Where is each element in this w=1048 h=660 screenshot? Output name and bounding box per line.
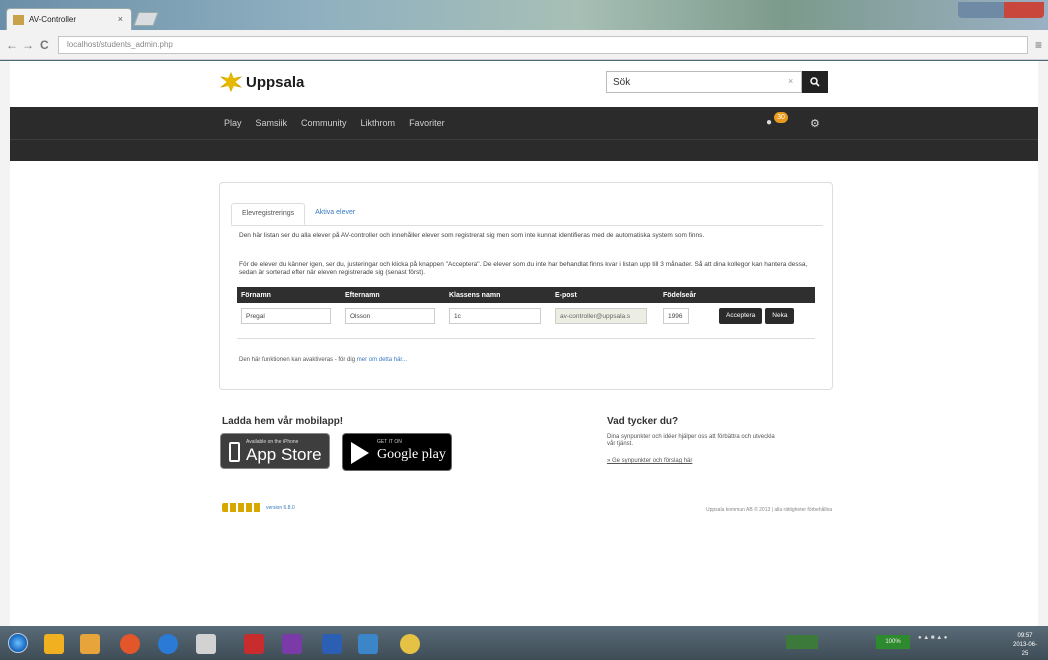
intro-paragraph: Den här listan ser du alla elever på AV-… xyxy=(239,232,705,239)
nav-item-play[interactable]: Play xyxy=(224,118,242,128)
system-tray: 100% ● ▲ ■ ▲ ● xyxy=(786,635,986,651)
page: Uppsala × Play Samsiik Community Likthro… xyxy=(10,61,1038,626)
window-close-button[interactable] xyxy=(1004,2,1044,18)
clock-date: 2013-06-25 xyxy=(1012,642,1038,657)
footnote-link[interactable]: mer om detta här... xyxy=(357,357,407,363)
network-app-icon[interactable] xyxy=(358,634,378,654)
gear-icon[interactable]: ⚙ xyxy=(810,117,820,130)
column-header: Förnamn xyxy=(237,287,341,303)
table-divider xyxy=(237,338,815,339)
navbar-divider xyxy=(10,139,1038,140)
search-button[interactable] xyxy=(802,71,828,93)
search-bar: × xyxy=(606,71,828,93)
first-name-input[interactable] xyxy=(241,308,331,324)
google-play-button[interactable]: GET IT ON Google play xyxy=(342,433,452,471)
tab-divider xyxy=(231,225,823,226)
column-header: Efternamn xyxy=(341,287,445,303)
footnote-text: Den här funktionen kan avaktiveras - för… xyxy=(239,357,356,363)
onenote-app-icon[interactable] xyxy=(282,634,302,654)
explorer-app-icon[interactable] xyxy=(44,634,64,654)
play-icon xyxy=(351,442,369,464)
footer-logo: version 6.8.0 xyxy=(222,503,295,512)
filezilla-app-icon[interactable] xyxy=(244,634,264,654)
search-input[interactable] xyxy=(606,71,802,93)
back-button[interactable]: ← xyxy=(6,38,18,52)
site-logo[interactable]: Uppsala xyxy=(220,71,304,93)
url-input[interactable]: localhost/students_admin.php xyxy=(58,36,1028,54)
main-menu: Play Samsiik Community Likthrom Favorite… xyxy=(224,118,445,128)
iphone-icon xyxy=(229,442,240,462)
word-app-icon[interactable] xyxy=(322,634,342,654)
browser-menu-icon[interactable]: ≡ xyxy=(1035,38,1042,52)
chrome-app-icon[interactable] xyxy=(400,634,420,654)
column-header: E-post xyxy=(551,287,659,303)
tab-title: AV-Controller xyxy=(29,15,76,24)
battery-indicator[interactable]: 100% xyxy=(876,635,910,649)
column-header: Klassens namn xyxy=(445,287,551,303)
app-heading: Ladda hem vår mobilapp! xyxy=(222,416,344,427)
app-store-button[interactable]: Available on the iPhone App Store xyxy=(220,433,330,469)
footer-logo-icon xyxy=(222,503,262,512)
version-link[interactable]: version 6.8.0 xyxy=(266,505,295,511)
signal-icon[interactable] xyxy=(786,635,818,649)
accept-button[interactable]: Acceptera xyxy=(719,308,763,324)
reload-button[interactable]: C xyxy=(40,38,49,52)
column-header: Födelseår xyxy=(659,287,715,303)
address-bar: ← → C localhost/students_admin.php ≡ xyxy=(0,30,1048,60)
firefox-app-icon[interactable] xyxy=(120,634,140,654)
user-icon[interactable]: ● xyxy=(766,117,772,128)
footnote: Den här funktionen kan avaktiveras - för… xyxy=(239,357,407,363)
tray-icons[interactable]: ● ▲ ■ ▲ ● xyxy=(918,635,978,649)
clear-search-icon[interactable]: × xyxy=(788,76,793,86)
clock-time: 09:57 xyxy=(1017,633,1033,639)
media-app-icon[interactable] xyxy=(196,634,216,654)
logo-text: Uppsala xyxy=(246,73,305,91)
nav-item-samsiik[interactable]: Samsiik xyxy=(256,118,288,128)
reject-button[interactable]: Neka xyxy=(765,308,795,324)
feedback-link[interactable]: » Ge synpunkter och förslag här xyxy=(607,458,692,464)
instructions-paragraph: För de elever du känner igen, ser du, ju… xyxy=(239,261,808,276)
content-panel: Elevregistrerings Aktiva elever Den här … xyxy=(219,182,833,390)
birth-year-input[interactable] xyxy=(663,308,689,324)
browser-tab[interactable]: AV-Controller × xyxy=(6,8,132,30)
clock[interactable]: 09:57 2013-06-25 xyxy=(1010,632,1040,659)
feedback-heading: Vad tycker du? xyxy=(607,416,679,427)
search-icon xyxy=(810,77,820,87)
nav-item-favoriter[interactable]: Favoriter xyxy=(409,118,445,128)
forward-button[interactable]: → xyxy=(22,38,34,52)
table-row: AccepteraNeka xyxy=(237,303,815,329)
main-navbar: Play Samsiik Community Likthrom Favorite… xyxy=(10,107,1038,161)
class-name-input[interactable] xyxy=(449,308,541,324)
favicon-icon xyxy=(13,15,24,25)
tab-aktiva-elever[interactable]: Aktiva elever xyxy=(305,203,365,225)
tab-close-icon[interactable]: × xyxy=(118,14,123,24)
copyright-text: Uppsala kommun AB © 2013 | alla rättighe… xyxy=(706,507,833,513)
logo-icon xyxy=(220,72,242,92)
column-header xyxy=(715,287,815,303)
window-controls xyxy=(958,2,1044,18)
browser-viewport: Uppsala × Play Samsiik Community Likthro… xyxy=(0,61,1048,626)
browser-titlebar: AV-Controller × xyxy=(0,0,1048,30)
nav-item-likthrom[interactable]: Likthrom xyxy=(361,118,396,128)
tab-elevregistrerings[interactable]: Elevregistrerings xyxy=(231,203,306,225)
google-play-label: Google play xyxy=(377,447,446,462)
feedback-text: Dina synpunkter och idéer hjälper oss at… xyxy=(607,434,775,447)
taskbar: 100% ● ▲ ■ ▲ ● 09:57 2013-06-25 xyxy=(0,626,1048,660)
nav-item-community[interactable]: Community xyxy=(301,118,347,128)
notification-badge[interactable]: 30 xyxy=(774,112,788,123)
start-button[interactable] xyxy=(8,633,28,653)
panel-tabs: Elevregistrerings Aktiva elever xyxy=(231,203,365,225)
last-name-input[interactable] xyxy=(345,308,435,324)
students-table: Förnamn Efternamn Klassens namn E-post F… xyxy=(237,287,815,329)
folder-app-icon[interactable] xyxy=(80,634,100,654)
internet-explorer-app-icon[interactable] xyxy=(158,634,178,654)
google-play-subtitle: GET IT ON xyxy=(377,439,402,445)
table-header-row: Förnamn Efternamn Klassens namn E-post F… xyxy=(237,287,815,303)
email-field[interactable] xyxy=(555,308,647,324)
new-tab-button[interactable] xyxy=(133,12,159,26)
app-store-label: App Store xyxy=(246,445,322,464)
